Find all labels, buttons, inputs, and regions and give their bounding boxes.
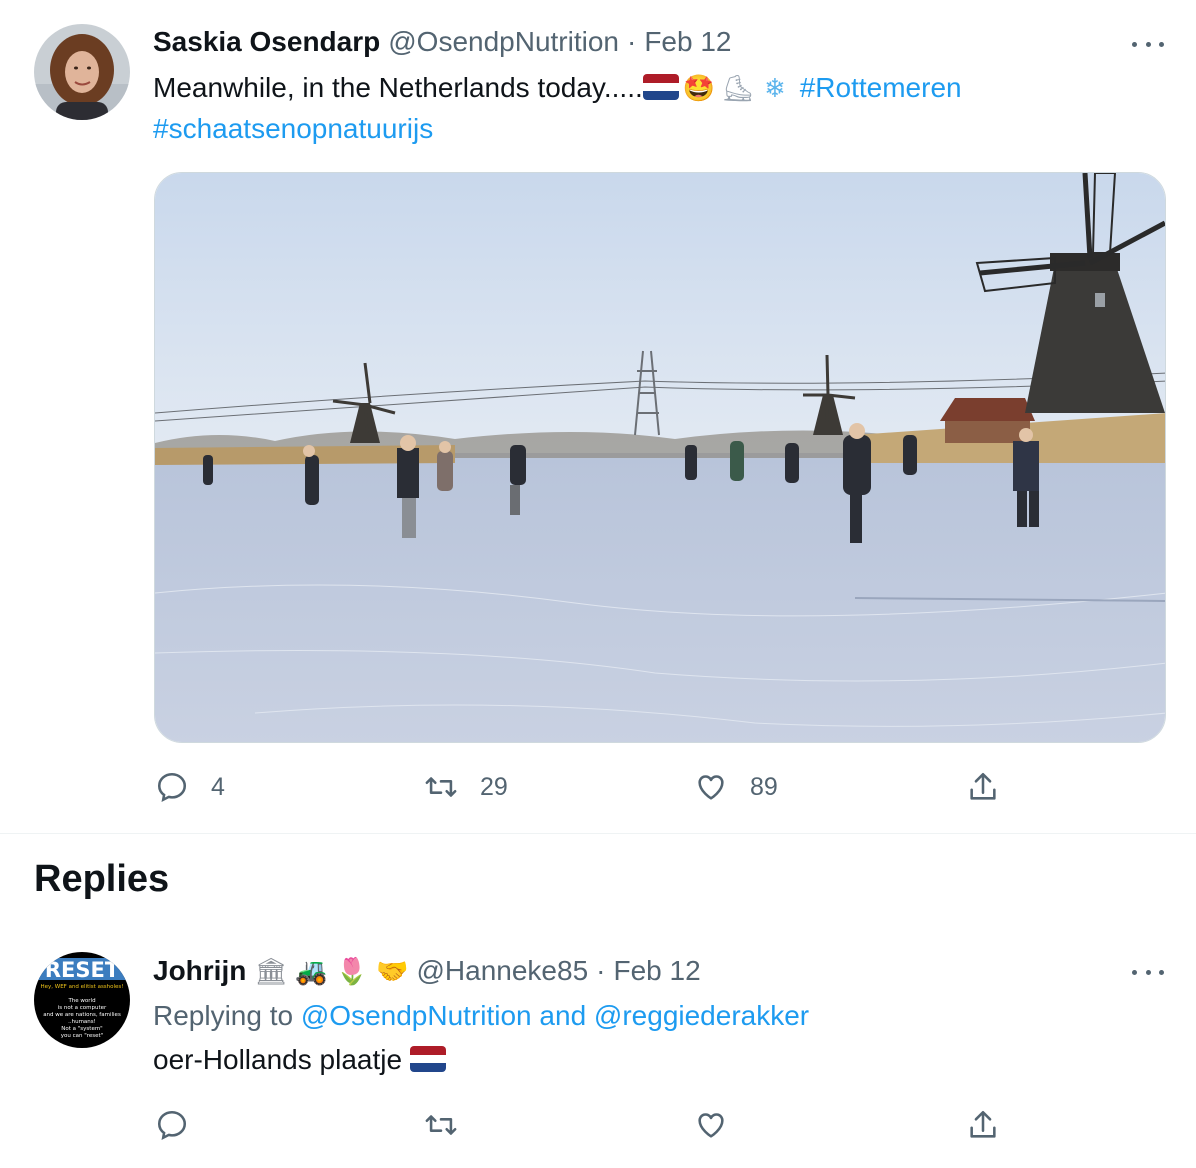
- share-button[interactable]: [966, 770, 1000, 804]
- reply-like-button[interactable]: [694, 1108, 728, 1142]
- avatar-text-line7: you can "reset": [61, 1033, 103, 1039]
- reply-netherlands-flag-icon: [409, 1046, 446, 1072]
- star-struck-emoji: 🤩: [682, 74, 716, 104]
- hashtag-schaatsenopnatuurijs[interactable]: #schaatsenopnatuurijs: [153, 113, 433, 144]
- reply-button[interactable]: 4: [155, 770, 225, 804]
- replies-heading: Replies: [34, 858, 170, 900]
- tweet-header: Saskia Osendarp @OsendpNutrition · Feb 1…: [153, 26, 732, 58]
- ice-skate-emoji: ⛸: [721, 74, 755, 104]
- tulip-emoji: 🌷: [335, 957, 369, 987]
- reply-date[interactable]: Feb 12: [613, 955, 700, 987]
- author-avatar[interactable]: [34, 24, 130, 120]
- reply-icon: [157, 1110, 187, 1141]
- tweet-text: Meanwhile, in the Netherlands today.....…: [153, 68, 1153, 149]
- reply-reply-button[interactable]: [155, 1108, 189, 1142]
- netherlands-flag-icon: [642, 74, 679, 100]
- avatar-text-line4: and we are nations, families: [43, 1012, 121, 1018]
- hashtag-rottemeren[interactable]: #Rottemeren: [800, 72, 962, 103]
- retweet-icon: [425, 777, 457, 797]
- share-icon: [970, 772, 996, 800]
- reply-author-handle[interactable]: @Hanneke85: [416, 955, 588, 987]
- reply-text: oer-Hollands plaatje: [153, 1040, 446, 1080]
- avatar-text-line3: is not a computer: [58, 1005, 107, 1011]
- retweet-count: 29: [480, 772, 508, 801]
- more-options-icon[interactable]: [1128, 32, 1168, 56]
- avatar-text-line2: The world: [67, 998, 95, 1004]
- replying-and: and: [539, 1000, 587, 1031]
- author-handle[interactable]: @OsendpNutrition: [388, 26, 619, 58]
- reply-count: 4: [211, 772, 225, 801]
- main-tweet[interactable]: Saskia Osendarp @OsendpNutrition · Feb 1…: [0, 0, 1196, 834]
- avatar-text-line1: Hey, WEF and elitist assholes!: [40, 984, 123, 990]
- like-button[interactable]: 89: [694, 770, 778, 804]
- reply-header: Johrijn 🏛 🚜 🌷 🤝 @Hanneke85 · Feb 12: [153, 955, 701, 987]
- reply-retweet-button[interactable]: [424, 1108, 458, 1142]
- replying-to-label: Replying to: [153, 1000, 294, 1031]
- avatar-text-line6: Not a "system": [61, 1026, 102, 1032]
- handshake-emoji: 🤝: [376, 957, 409, 987]
- share-icon: [970, 1110, 996, 1138]
- reply-author-name[interactable]: Johrijn: [153, 955, 246, 987]
- author-name[interactable]: Saskia Osendarp: [153, 26, 380, 58]
- reply-share-button[interactable]: [966, 1108, 1000, 1142]
- reply-author-avatar[interactable]: RESET Hey, WEF and elitist assholes! The…: [34, 952, 130, 1048]
- reply-text-content: oer-Hollands plaatje: [153, 1044, 403, 1075]
- tweet-photo[interactable]: [154, 172, 1166, 743]
- tweet-text-prefix: Meanwhile, in the Netherlands today.....: [153, 72, 643, 103]
- heart-icon: [698, 775, 724, 800]
- retweet-icon: [425, 1115, 457, 1135]
- replying-to-user-1[interactable]: @OsendpNutrition: [301, 1000, 532, 1031]
- reply-tweet[interactable]: RESET Hey, WEF and elitist assholes! The…: [0, 930, 1196, 1168]
- replying-to-user-2[interactable]: @reggiederakker: [594, 1000, 809, 1031]
- avatar-text-line5: ..humans!: [68, 1019, 96, 1025]
- tractor-emoji: 🚜: [295, 957, 328, 987]
- avatar-banner-text: RESET: [45, 958, 120, 982]
- classical-building-emoji: 🏛: [254, 957, 288, 987]
- reply-icon: [157, 772, 187, 803]
- like-count: 89: [750, 772, 778, 801]
- retweet-button[interactable]: 29: [424, 770, 508, 804]
- replying-to-line: Replying to @OsendpNutrition and @reggie…: [153, 1000, 809, 1032]
- reply-separator-dot: ·: [596, 955, 606, 986]
- tweet-date[interactable]: Feb 12: [644, 26, 731, 58]
- separator-dot: ·: [627, 26, 637, 57]
- reply-more-options-icon[interactable]: [1128, 960, 1168, 984]
- heart-icon: [698, 1113, 724, 1138]
- snowflake-emoji: ❄: [764, 74, 786, 104]
